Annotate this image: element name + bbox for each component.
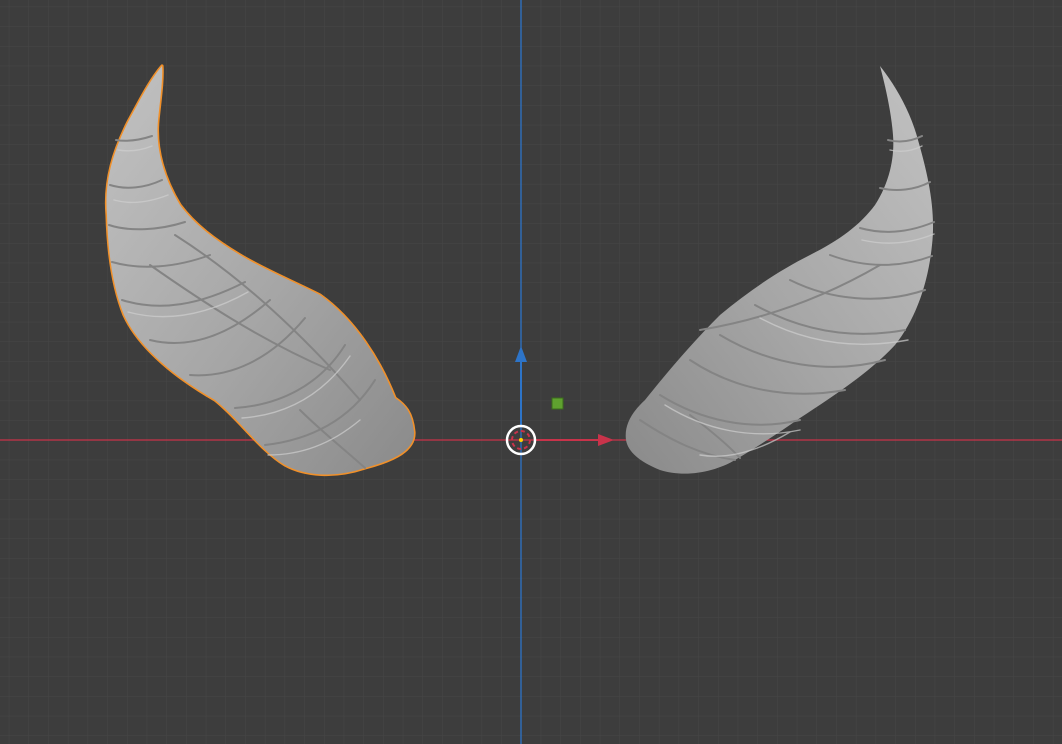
3d-viewport[interactable] <box>0 0 1062 744</box>
viewport-canvas[interactable] <box>0 0 1062 744</box>
light-marker-icon[interactable] <box>551 397 564 410</box>
3d-cursor-icon[interactable] <box>505 424 537 456</box>
